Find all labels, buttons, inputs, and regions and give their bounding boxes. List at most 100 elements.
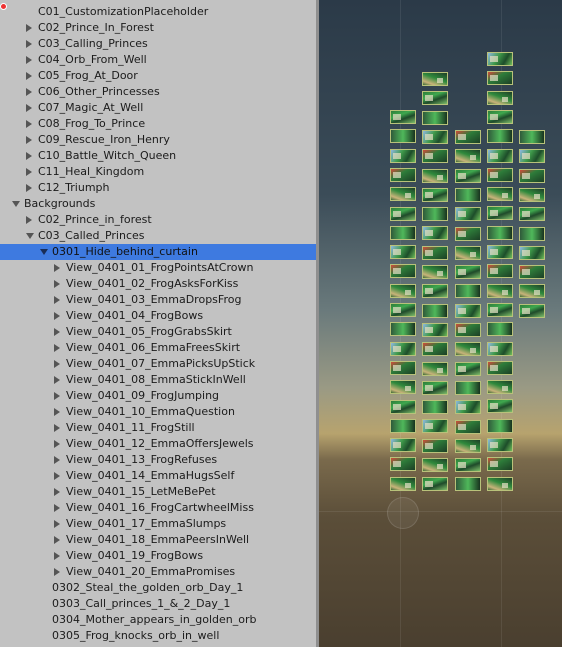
hierarchy-row[interactable]: 0302_Steal_the_golden_orb_Day_1	[0, 580, 316, 596]
scene-thumbnail[interactable]	[390, 284, 416, 298]
hierarchy-row[interactable]: C02_Prince_In_Forest	[0, 20, 316, 36]
scene-thumbnail[interactable]	[487, 438, 513, 452]
scene-thumbnail[interactable]	[519, 246, 545, 260]
scene-thumbnail[interactable]	[487, 91, 513, 105]
scene-thumbnail[interactable]	[487, 284, 513, 298]
hierarchy-row[interactable]: C03_Called_Princes	[0, 228, 316, 244]
hierarchy-row[interactable]: C05_Frog_At_Door	[0, 68, 316, 84]
scene-thumbnail[interactable]	[422, 342, 448, 356]
scene-thumbnail[interactable]	[422, 111, 448, 125]
scene-thumbnail[interactable]	[390, 129, 416, 143]
scene-thumbnail[interactable]	[390, 264, 416, 278]
scene-thumbnail[interactable]	[519, 130, 545, 144]
scene-thumbnail[interactable]	[455, 207, 481, 221]
hierarchy-row[interactable]: 0305_Frog_knocks_orb_in_well	[0, 628, 316, 644]
hierarchy-row[interactable]: View_0401_02_FrogAsksForKiss	[0, 276, 316, 292]
scene-thumbnail[interactable]	[487, 264, 513, 278]
hierarchy-row[interactable]: C03_Calling_Princes	[0, 36, 316, 52]
hierarchy-row[interactable]: C06_Other_Princesses	[0, 84, 316, 100]
scene-thumbnail[interactable]	[390, 477, 416, 491]
scene-thumbnail[interactable]	[422, 477, 448, 491]
scene-thumbnail[interactable]	[487, 129, 513, 143]
hierarchy-row[interactable]: C08_Frog_To_Prince	[0, 116, 316, 132]
scene-thumbnail[interactable]	[455, 169, 481, 183]
hierarchy-row[interactable]: C09_Rescue_Iron_Henry	[0, 132, 316, 148]
scene-thumbnail[interactable]	[455, 381, 481, 395]
hierarchy-row[interactable]: Backgrounds	[0, 196, 316, 212]
scene-thumbnail[interactable]	[422, 439, 448, 453]
collapse-arrow-icon[interactable]	[54, 424, 60, 432]
hierarchy-row[interactable]: 0304_Mother_appears_in_golden_orb	[0, 612, 316, 628]
scene-thumbnail[interactable]	[487, 149, 513, 163]
scene-thumbnail[interactable]	[487, 457, 513, 471]
hierarchy-row[interactable]: View_0401_20_EmmaPromises	[0, 564, 316, 580]
scene-thumbnail[interactable]	[455, 458, 481, 472]
scene-thumbnail[interactable]	[390, 419, 416, 433]
collapse-arrow-icon[interactable]	[54, 312, 60, 320]
scene-thumbnail[interactable]	[455, 362, 481, 376]
scene-thumbnail[interactable]	[390, 342, 416, 356]
scene-thumbnail[interactable]	[487, 342, 513, 356]
collapse-arrow-icon[interactable]	[26, 40, 32, 48]
collapse-arrow-icon[interactable]	[26, 184, 32, 192]
scene-thumbnail[interactable]	[455, 342, 481, 356]
collapse-arrow-icon[interactable]	[26, 136, 32, 144]
collapse-arrow-icon[interactable]	[26, 120, 32, 128]
scene-thumbnail[interactable]	[455, 420, 481, 434]
scene-thumbnail[interactable]	[390, 457, 416, 471]
collapse-arrow-icon[interactable]	[54, 568, 60, 576]
scene-thumbnail[interactable]	[455, 477, 481, 491]
scene-thumbnail[interactable]	[455, 227, 481, 241]
collapse-arrow-icon[interactable]	[26, 168, 32, 176]
scene-thumbnail[interactable]	[487, 226, 513, 240]
expand-arrow-icon[interactable]	[40, 249, 48, 255]
scene-thumbnail[interactable]	[390, 149, 416, 163]
scene-thumbnail[interactable]	[390, 207, 416, 221]
collapse-arrow-icon[interactable]	[26, 216, 32, 224]
scene-thumbnail[interactable]	[487, 361, 513, 375]
scene-thumbnail[interactable]	[487, 322, 513, 336]
hierarchy-row[interactable]: View_0401_11_FrogStill	[0, 420, 316, 436]
collapse-arrow-icon[interactable]	[26, 152, 32, 160]
scene-thumbnail[interactable]	[487, 399, 513, 413]
scene-thumbnail[interactable]	[519, 265, 545, 279]
scene-thumbnail[interactable]	[487, 71, 513, 85]
scene-thumbnail[interactable]	[487, 52, 513, 66]
scene-thumbnail[interactable]	[390, 110, 416, 124]
hierarchy-row[interactable]: View_0401_07_EmmaPicksUpStick	[0, 356, 316, 372]
collapse-arrow-icon[interactable]	[54, 360, 60, 368]
scene-thumbnail[interactable]	[422, 400, 448, 414]
scene-thumbnail[interactable]	[422, 381, 448, 395]
scene-thumbnail[interactable]	[487, 187, 513, 201]
scene-thumbnail[interactable]	[390, 380, 416, 394]
hierarchy-row[interactable]: C02_Prince_in_forest	[0, 212, 316, 228]
hierarchy-row[interactable]: View_0401_04_FrogBows	[0, 308, 316, 324]
collapse-arrow-icon[interactable]	[54, 296, 60, 304]
collapse-arrow-icon[interactable]	[54, 520, 60, 528]
scene-thumbnail[interactable]	[519, 227, 545, 241]
scene-gizmo-handle[interactable]	[387, 497, 419, 529]
hierarchy-row[interactable]: View_0401_10_EmmaQuestion	[0, 404, 316, 420]
collapse-arrow-icon[interactable]	[54, 264, 60, 272]
scene-thumbnail[interactable]	[390, 361, 416, 375]
scene-thumbnail[interactable]	[487, 168, 513, 182]
hierarchy-row[interactable]: C10_Battle_Witch_Queen	[0, 148, 316, 164]
scene-thumbnail[interactable]	[422, 188, 448, 202]
hierarchy-row[interactable]: C01_CustomizationPlaceholder	[0, 4, 316, 20]
collapse-arrow-icon[interactable]	[54, 376, 60, 384]
scene-thumbnail[interactable]	[455, 400, 481, 414]
hierarchy-row[interactable]: 0301_Hide_behind_curtain	[0, 244, 316, 260]
collapse-arrow-icon[interactable]	[26, 56, 32, 64]
collapse-arrow-icon[interactable]	[54, 440, 60, 448]
scene-view[interactable]	[319, 0, 562, 647]
scene-thumbnail[interactable]	[390, 438, 416, 452]
hierarchy-row[interactable]: View_0401_13_FrogRefuses	[0, 452, 316, 468]
scene-thumbnail[interactable]	[487, 380, 513, 394]
scene-thumbnail[interactable]	[422, 323, 448, 337]
collapse-arrow-icon[interactable]	[26, 88, 32, 96]
scene-thumbnail[interactable]	[390, 226, 416, 240]
scene-thumbnail[interactable]	[422, 169, 448, 183]
collapse-arrow-icon[interactable]	[54, 456, 60, 464]
scene-thumbnail[interactable]	[422, 362, 448, 376]
hierarchy-row[interactable]: View_0401_15_LetMeBePet	[0, 484, 316, 500]
